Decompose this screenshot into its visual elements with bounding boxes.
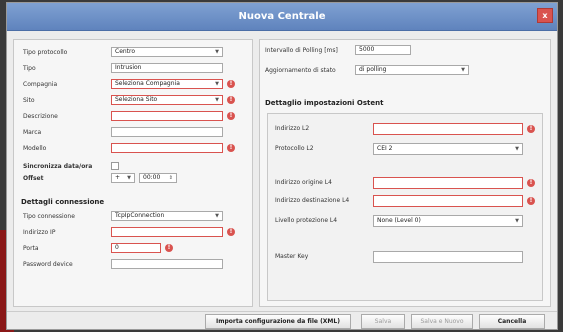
indirizzo-origine-l4-input[interactable] (373, 177, 523, 189)
tipo-input[interactable]: Intrusion (111, 63, 223, 73)
spinner-icon: ⇕ (168, 175, 173, 181)
chevron-down-icon: ▼ (515, 218, 519, 224)
tipo-protocollo-select[interactable]: Centro ▼ (111, 47, 223, 57)
livello-protezione-l4-value: None (Level 0) (377, 217, 421, 224)
polling-interval-input[interactable]: 5000 (355, 45, 411, 55)
ostent-settings-box (267, 113, 543, 301)
close-button[interactable]: x (537, 8, 553, 23)
ostent-section-title: Dettaglio impostazioni Ostent (265, 99, 384, 107)
tipo-connessione-label: Tipo connessione (23, 213, 75, 220)
password-device-input[interactable] (111, 259, 223, 269)
error-icon: ! (227, 112, 235, 120)
save-and-new-button[interactable]: Salva e Nuovo (411, 314, 473, 329)
protocollo-l2-select[interactable]: CEI 2 ▼ (373, 143, 523, 155)
indirizzo-l2-input[interactable] (373, 123, 523, 135)
error-icon: ! (165, 244, 173, 252)
master-key-input[interactable] (373, 251, 523, 263)
offset-time-value: 00:00 (143, 174, 161, 181)
tipo-connessione-value: TcpIpConnection (115, 212, 165, 219)
offset-sign-select[interactable]: + ▼ (111, 173, 135, 183)
descrizione-label: Descrizione (23, 113, 58, 120)
livello-protezione-l4-label: Livello protezione L4 (275, 217, 338, 224)
protocollo-l2-value: CEI 2 (377, 145, 393, 152)
tipo-label: Tipo (23, 65, 36, 72)
chevron-down-icon: ▼ (215, 49, 219, 55)
indirizzo-origine-l4-label: Indirizzo origine L4 (275, 179, 332, 186)
polling-interval-label: Intervallo di Polling [ms] (265, 47, 338, 54)
chevron-down-icon: ▼ (515, 146, 519, 152)
chevron-down-icon: ▼ (215, 213, 219, 219)
indirizzo-destinazione-l4-input[interactable] (373, 195, 523, 207)
chevron-down-icon: ▼ (215, 81, 219, 87)
connection-section-title: Dettagli connessione (21, 198, 105, 206)
sito-value: Seleziona Sito (115, 96, 158, 103)
cancel-button[interactable]: Cancella (479, 314, 545, 329)
master-key-label: Master Key (275, 253, 309, 260)
tipo-connessione-select[interactable]: TcpIpConnection ▼ (111, 211, 223, 221)
modello-input[interactable] (111, 143, 223, 153)
compagnia-select[interactable]: Seleziona Compagnia ▼ (111, 79, 223, 89)
marca-input[interactable] (111, 127, 223, 137)
indirizzo-ip-input[interactable] (111, 227, 223, 237)
modello-label: Modello (23, 145, 47, 152)
tipo-value: Intrusion (115, 64, 142, 71)
error-icon: ! (227, 96, 235, 104)
status-update-label: Aggiornamento di stato (265, 67, 336, 74)
password-device-label: Password device (23, 261, 73, 268)
new-central-dialog: Nuova Centrale x Sincronizza data/ora Of… (6, 2, 558, 330)
offset-label: Offset (23, 175, 44, 182)
status-update-select[interactable]: di polling ▼ (355, 65, 469, 75)
chevron-down-icon: ▼ (215, 97, 219, 103)
porta-label: Porta (23, 245, 39, 252)
tipo-protocollo-label: Tipo protocollo (23, 49, 68, 56)
compagnia-label: Compagnia (23, 81, 58, 88)
compagnia-value: Seleziona Compagnia (115, 80, 180, 87)
dialog-title: Nuova Centrale (238, 11, 326, 22)
error-icon: ! (227, 228, 235, 236)
livello-protezione-l4-select[interactable]: None (Level 0) ▼ (373, 215, 523, 227)
sito-label: Sito (23, 97, 35, 104)
error-icon: ! (227, 144, 235, 152)
tipo-protocollo-value: Centro (115, 48, 136, 55)
indirizzo-destinazione-l4-label: Indirizzo destinazione L4 (275, 197, 350, 204)
offset-sign-value: + (115, 174, 121, 181)
sync-datetime-label: Sincronizza data/ora (23, 163, 93, 170)
error-icon: ! (527, 197, 535, 205)
indirizzo-l2-label: Indirizzo L2 (275, 125, 310, 132)
offset-time-field[interactable]: 00:00 ⇕ (139, 173, 177, 183)
porta-input[interactable]: 0 (111, 243, 161, 253)
chevron-down-icon: ▼ (461, 67, 465, 73)
dialog-footer: Importa configurazione da file (XML) Sal… (7, 311, 557, 330)
save-button[interactable]: Salva (361, 314, 405, 329)
indirizzo-ip-label: Indirizzo IP (23, 229, 56, 236)
chevron-down-icon: ▼ (127, 175, 131, 181)
porta-value: 0 (115, 244, 119, 251)
error-icon: ! (227, 80, 235, 88)
error-icon: ! (527, 179, 535, 187)
protocollo-l2-label: Protocollo L2 (275, 145, 314, 152)
title-bar: Nuova Centrale x (7, 3, 557, 31)
descrizione-input[interactable] (111, 111, 223, 121)
sito-select[interactable]: Seleziona Sito ▼ (111, 95, 223, 105)
sync-datetime-checkbox[interactable] (111, 162, 119, 170)
import-xml-button[interactable]: Importa configurazione da file (XML) (205, 314, 351, 329)
status-update-value: di polling (359, 66, 387, 73)
marca-label: Marca (23, 129, 42, 136)
error-icon: ! (527, 125, 535, 133)
